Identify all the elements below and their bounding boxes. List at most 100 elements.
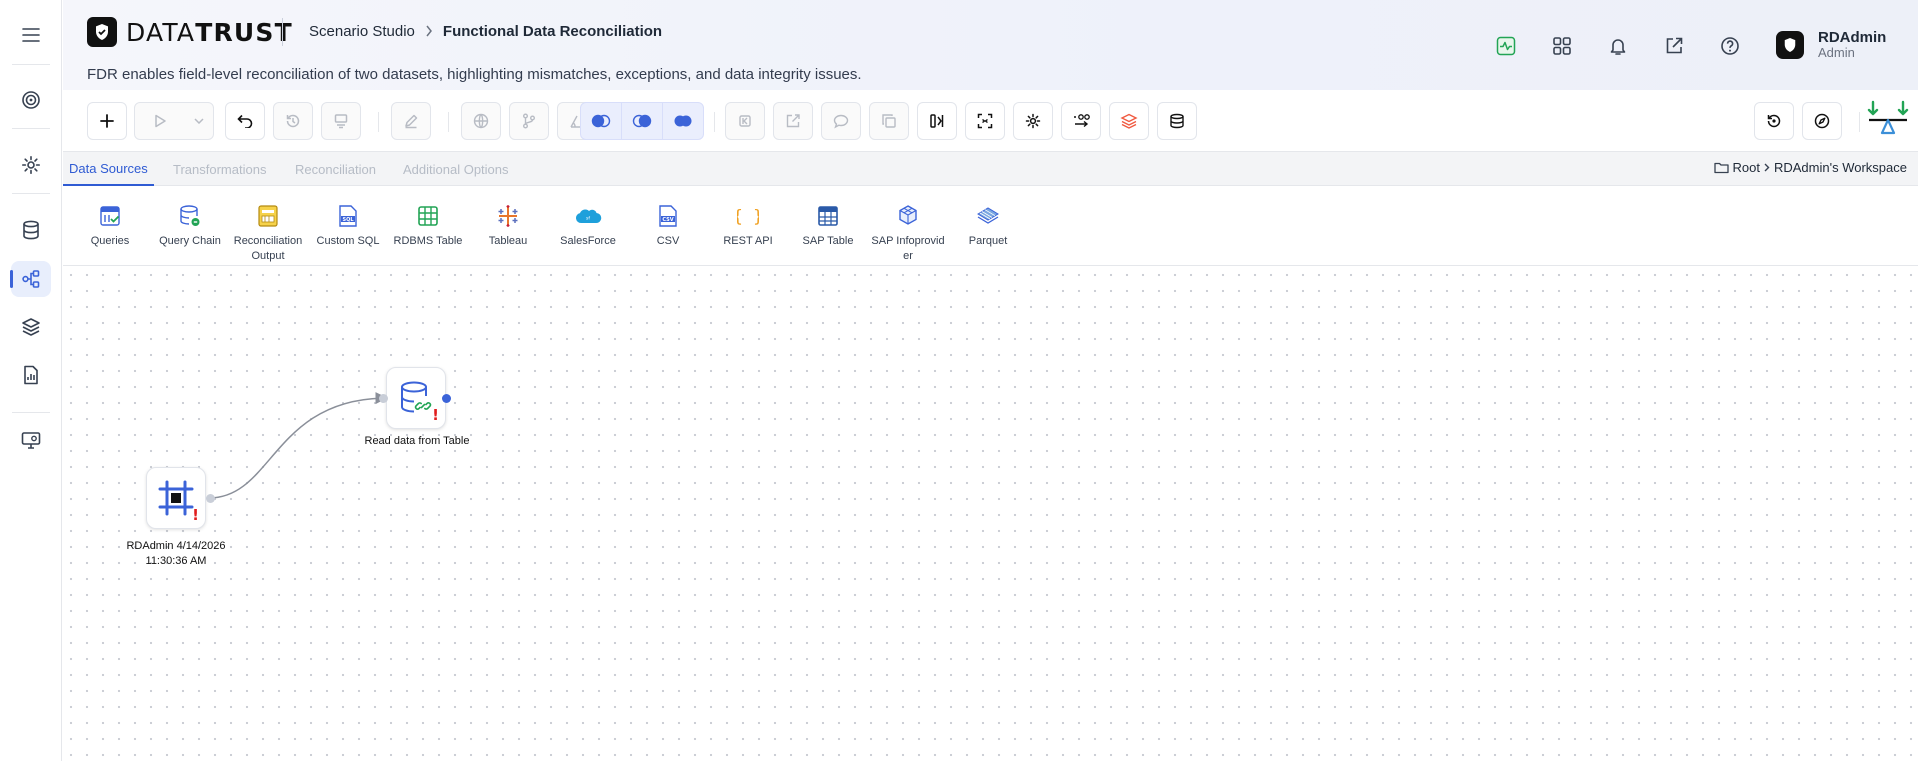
workspace-path[interactable]: Root RDAdmin's Workspace xyxy=(1713,160,1907,175)
chevron-down-icon[interactable] xyxy=(185,103,213,139)
split-columns-icon[interactable] xyxy=(917,102,957,140)
node-read-table[interactable]: ! xyxy=(386,367,446,429)
source-label: Parquet xyxy=(968,235,1008,247)
source-queries[interactable]: Queries xyxy=(71,204,149,249)
restore-history-button[interactable] xyxy=(1754,102,1794,140)
query-chain-icon xyxy=(151,204,229,228)
workflow-icon[interactable] xyxy=(10,261,51,297)
brand-name: DATATRUST xyxy=(126,18,293,47)
queries-icon xyxy=(71,204,149,228)
database-stack-icon[interactable] xyxy=(1157,102,1197,140)
parquet-icon xyxy=(949,204,1027,228)
history-icon[interactable] xyxy=(273,102,313,140)
database-link-icon xyxy=(399,380,433,416)
brand-name-right: TRUST xyxy=(195,17,293,47)
balance-scale-icon[interactable] xyxy=(1864,98,1912,142)
frame-icon xyxy=(158,480,194,516)
source-query-chain[interactable]: Query Chain xyxy=(151,204,229,249)
toolbar-divider xyxy=(378,112,379,132)
tab-transformations[interactable]: Transformations xyxy=(167,152,272,186)
rail-divider xyxy=(12,64,50,65)
stack-layers-icon[interactable] xyxy=(1109,102,1149,140)
rail-divider xyxy=(12,412,50,413)
clear-format-icon[interactable] xyxy=(321,102,361,140)
decimal-arrow-icon[interactable] xyxy=(1061,102,1101,140)
external-link-icon[interactable] xyxy=(1656,33,1692,59)
breadcrumb-parent[interactable]: Scenario Studio xyxy=(309,23,415,40)
layers-icon[interactable] xyxy=(11,309,51,345)
svg-text:CSV: CSV xyxy=(662,217,673,223)
run-split-button xyxy=(134,102,214,140)
gear-icon[interactable] xyxy=(1013,102,1053,140)
workflow-canvas[interactable]: ! RDAdmin 4/14/2026 11:30:36 AM ! Read d… xyxy=(63,267,1918,761)
undo-button[interactable] xyxy=(225,102,265,140)
menu-icon[interactable] xyxy=(11,17,51,53)
app: DATATRUST Scenario Studio Functional Dat… xyxy=(0,0,1918,761)
sap-table-icon xyxy=(789,204,867,228)
source-tableau[interactable]: Tableau xyxy=(469,204,547,249)
source-rest-api[interactable]: { } REST API xyxy=(709,204,787,249)
warning-indicator: ! xyxy=(192,506,199,524)
copy-icon[interactable] xyxy=(869,102,909,140)
tab-reconciliation[interactable]: Reconciliation xyxy=(289,152,382,186)
bell-icon[interactable] xyxy=(1600,33,1636,59)
source-label: SAP Infoprovider xyxy=(871,235,945,262)
node-source[interactable]: ! xyxy=(146,467,206,529)
source-sap-infoprovider[interactable]: SAP Infoprovider xyxy=(869,204,947,264)
branch-icon[interactable] xyxy=(509,102,549,140)
rest-api-icon: { } xyxy=(709,204,787,228)
tab-additional-options[interactable]: Additional Options xyxy=(397,152,515,186)
full-join-icon[interactable] xyxy=(663,103,703,139)
activity-icon[interactable] xyxy=(1488,33,1524,59)
node-output-port[interactable] xyxy=(442,394,451,403)
rail-divider xyxy=(12,128,50,129)
avatar xyxy=(1776,31,1804,59)
add-button[interactable] xyxy=(87,102,127,140)
source-label: Query Chain xyxy=(159,235,221,247)
node-read-table-label: Read data from Table xyxy=(364,435,470,447)
node-output-port[interactable] xyxy=(206,494,215,503)
left-join-icon[interactable] xyxy=(581,103,622,139)
open-external-icon[interactable] xyxy=(773,102,813,140)
source-rdbms-table[interactable]: RDBMS Table xyxy=(389,204,467,249)
skip-back-icon[interactable] xyxy=(725,102,765,140)
monitor-settings-icon[interactable] xyxy=(11,422,51,458)
source-sap-table[interactable]: SAP Table xyxy=(789,204,867,249)
brand-logo[interactable]: DATATRUST xyxy=(87,17,293,47)
tab-data-sources[interactable]: Data Sources xyxy=(63,152,154,186)
user-name: RDAdmin xyxy=(1818,29,1887,46)
svg-text:sf: sf xyxy=(586,216,590,222)
toolbar-divider xyxy=(1859,112,1860,132)
inner-join-icon[interactable] xyxy=(622,103,663,139)
target-icon[interactable] xyxy=(11,82,51,118)
folder-icon xyxy=(1713,161,1729,174)
user-menu[interactable]: RDAdmin Admin xyxy=(1776,30,1886,60)
rail-divider xyxy=(12,193,50,194)
edit-icon[interactable] xyxy=(391,102,431,140)
toolbar xyxy=(63,90,1918,152)
source-reconciliation-output[interactable]: Reconciliation Output xyxy=(229,204,307,264)
report-icon[interactable] xyxy=(11,357,51,393)
csv-icon: CSV xyxy=(629,204,707,228)
settings-icon[interactable] xyxy=(11,147,51,183)
source-parquet[interactable]: Parquet xyxy=(949,204,1027,249)
apps-grid-icon[interactable] xyxy=(1544,33,1580,59)
play-icon[interactable] xyxy=(135,103,185,139)
fit-view-icon[interactable] xyxy=(965,102,1005,140)
source-salesforce[interactable]: sf SalesForce xyxy=(549,204,627,249)
comment-icon[interactable] xyxy=(821,102,861,140)
toolbar-divider xyxy=(714,112,715,132)
source-custom-sql[interactable]: SQL Custom SQL xyxy=(309,204,387,249)
source-csv[interactable]: CSV CSV xyxy=(629,204,707,249)
chevron-right-icon xyxy=(425,24,433,40)
tableau-icon xyxy=(469,204,547,228)
node-input-port[interactable] xyxy=(379,394,388,403)
database-icon[interactable] xyxy=(11,212,51,248)
source-label: Queries xyxy=(90,235,130,247)
sap-infoprovider-icon xyxy=(869,204,947,228)
help-icon[interactable] xyxy=(1712,33,1748,59)
workspace-name: RDAdmin's Workspace xyxy=(1773,160,1907,175)
globe-icon[interactable] xyxy=(461,102,501,140)
compass-button[interactable] xyxy=(1802,102,1842,140)
workspace-root: Root xyxy=(1732,160,1760,175)
